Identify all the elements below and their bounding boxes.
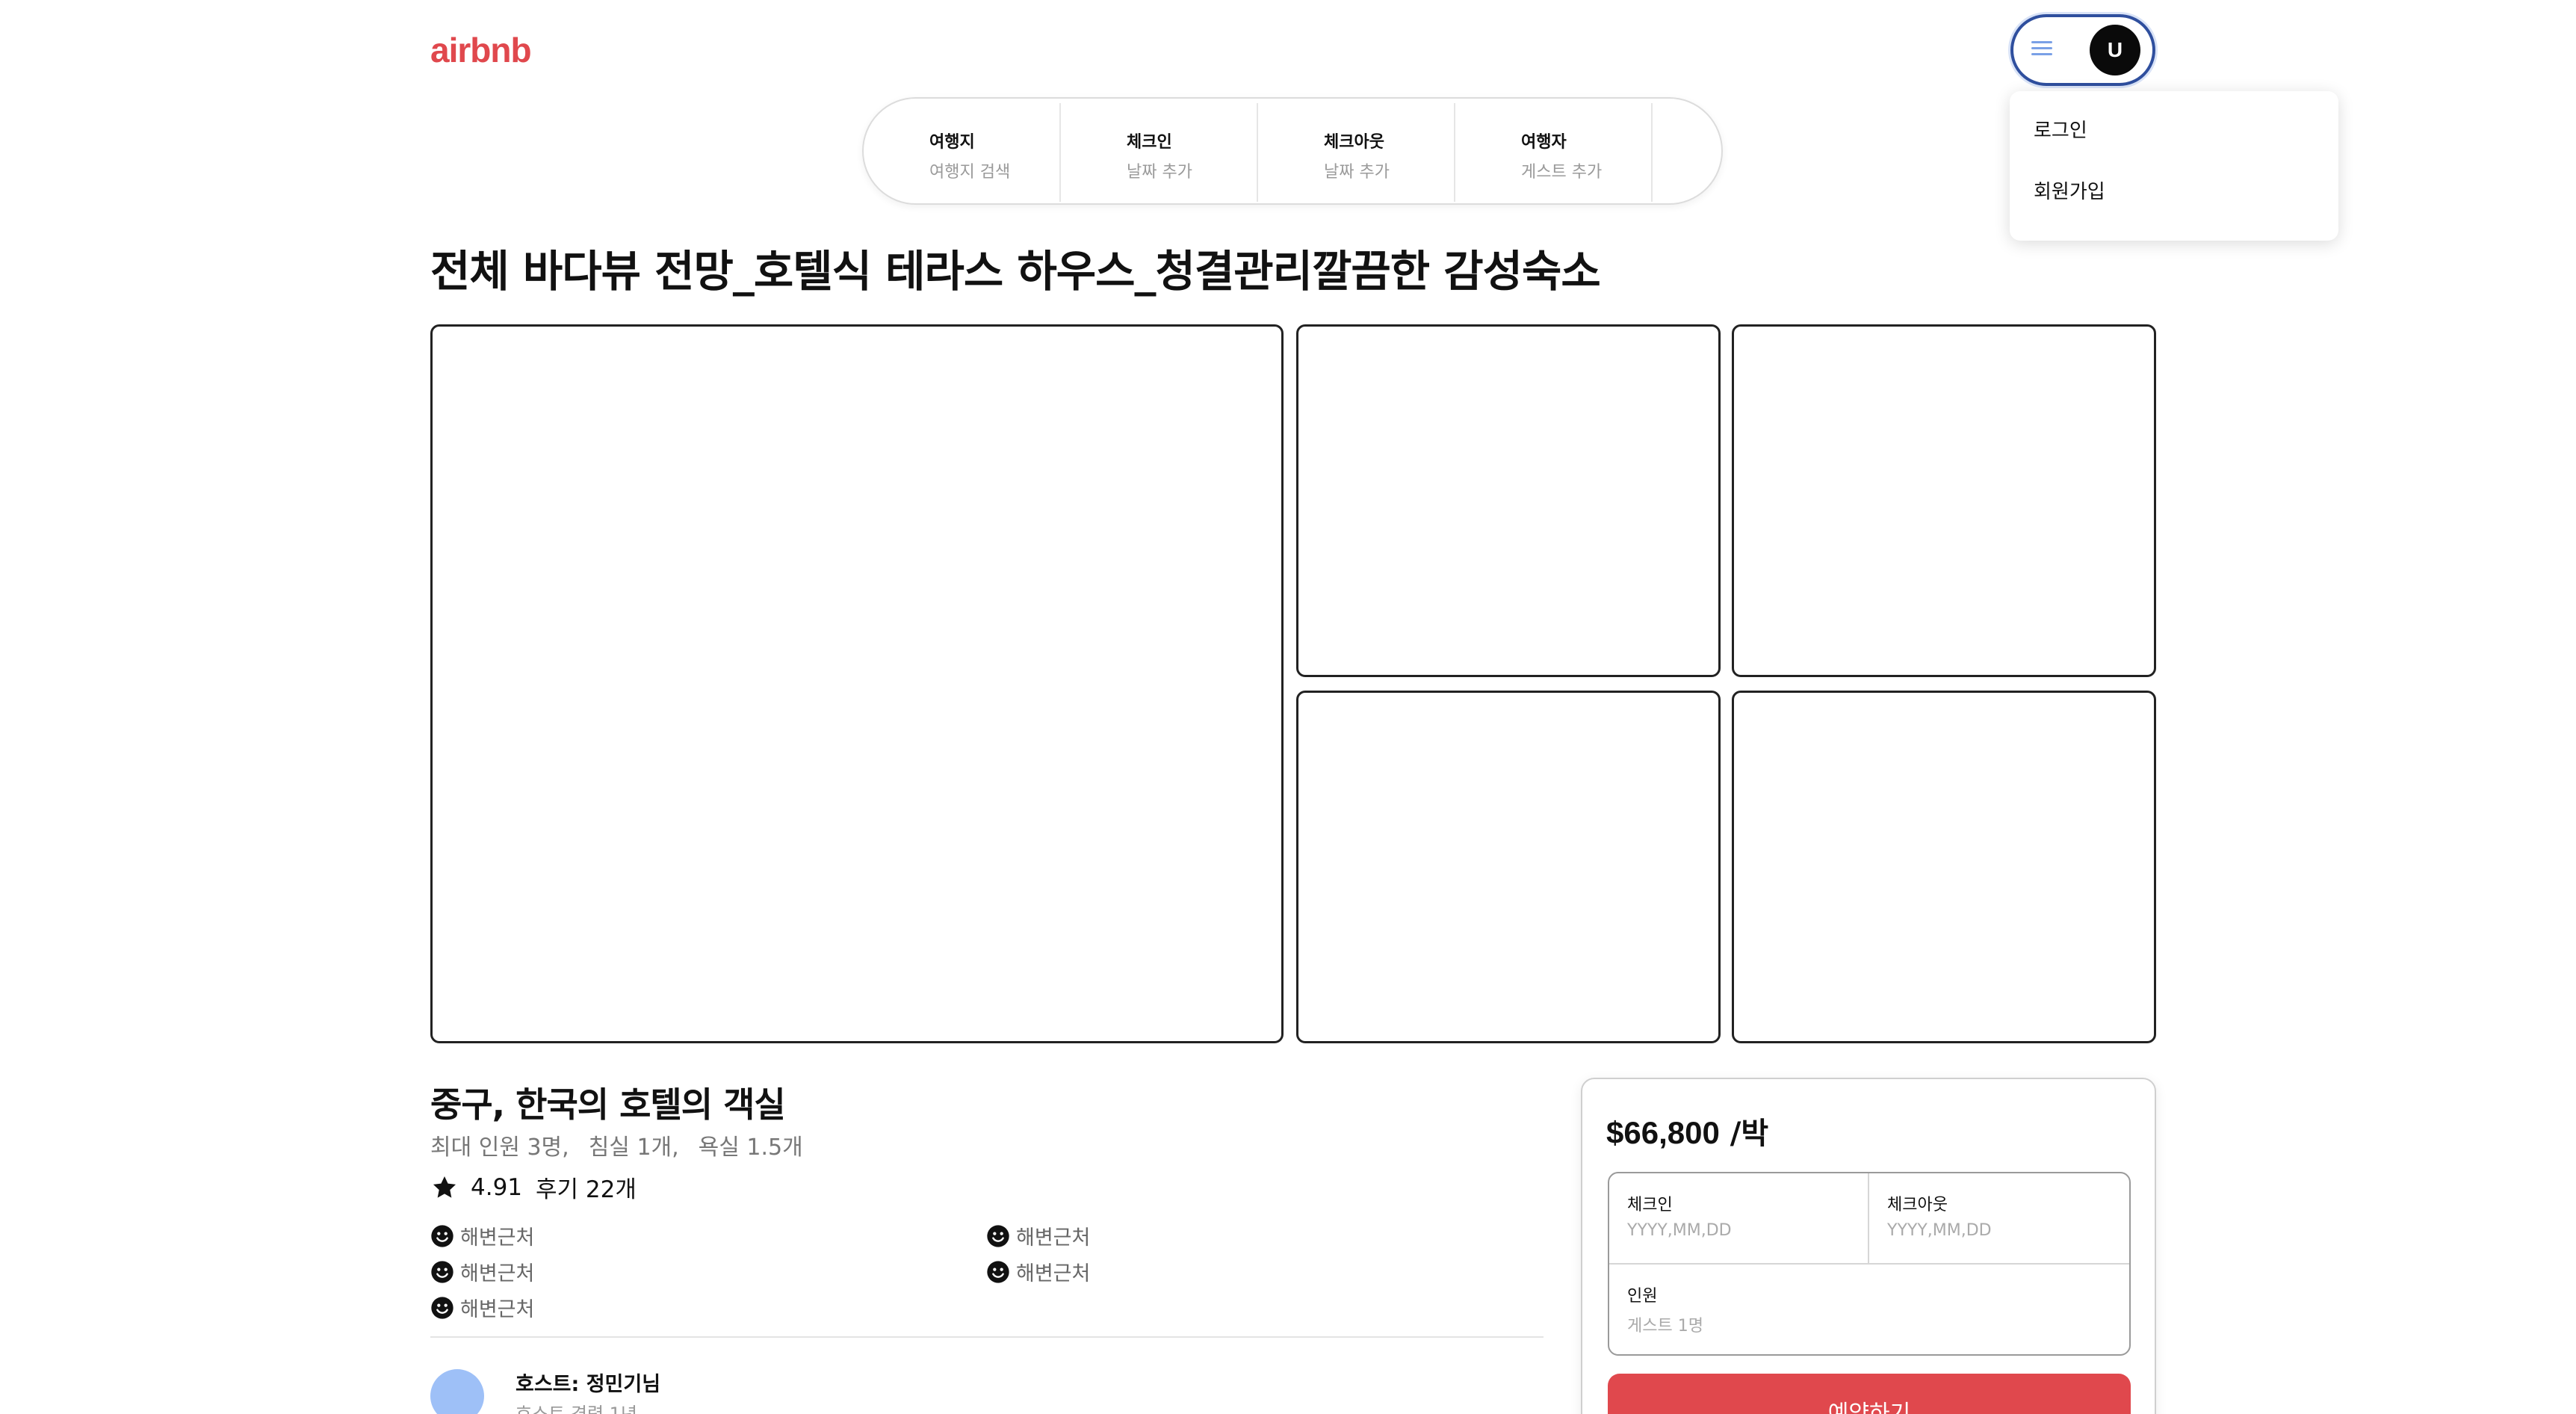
- search-guests-label: 여행자: [1521, 133, 1567, 152]
- search-bar: 여행지 여행지 검색 체크인 날짜 추가 체크아웃 날짜 추가 여행자 게스트 …: [862, 97, 1723, 205]
- host-experience: 호스트 경력 1년: [515, 1404, 638, 1414]
- spec-bedrooms: 침실 1개,: [588, 1134, 679, 1161]
- host-name: 호스트: 정민기님: [515, 1373, 661, 1396]
- price-unit: /박: [1719, 1117, 1769, 1151]
- search-destination[interactable]: 여행지 여행지 검색: [864, 103, 1061, 202]
- amenity-item: 해변근처: [430, 1221, 534, 1250]
- amenity-label: 해변근처: [1016, 1226, 1091, 1250]
- amenity-item: 해변근처: [986, 1221, 1090, 1250]
- amenity-item: 해변근처: [430, 1257, 534, 1286]
- search-guests[interactable]: 여행자 게스트 추가: [1455, 103, 1653, 202]
- search-checkout-placeholder: 날짜 추가: [1324, 163, 1390, 182]
- amenity-item: 해변근처: [430, 1293, 534, 1322]
- spec-bathrooms: 욕실 1.5개: [698, 1134, 803, 1161]
- listing-specs: 최대 인원 3명, 침실 1개, 욕실 1.5개: [430, 1129, 823, 1161]
- booking-card: $66,800 /박 체크인 YYYY,MM,DD 체크아웃 YYYY,MM,D…: [1581, 1078, 2156, 1414]
- search-checkin[interactable]: 체크인 날짜 추가: [1061, 103, 1258, 202]
- section-divider: [430, 1336, 1544, 1338]
- airbnb-logo[interactable]: airbnb: [430, 30, 532, 70]
- amenity-label: 해변근처: [1016, 1262, 1091, 1285]
- smiley-icon: [431, 1260, 453, 1283]
- hamburger-menu-icon: [2031, 40, 2052, 58]
- listing-title: 전체 바다뷰 전망_호텔식 테라스 하우스_청결관리깔끔한 감성숙소: [430, 246, 1601, 297]
- smiley-icon: [431, 1224, 453, 1247]
- rating-row: 4.91 후기 22개: [430, 1170, 637, 1204]
- checkin-label: 체크인: [1627, 1196, 1673, 1214]
- search-destination-placeholder: 여행지 검색: [929, 163, 1011, 182]
- search-checkout[interactable]: 체크아웃 날짜 추가: [1258, 103, 1455, 202]
- checkout-field[interactable]: 체크아웃 YYYY,MM,DD: [1869, 1173, 2129, 1265]
- photo-2[interactable]: [1296, 324, 1721, 677]
- search-guests-placeholder: 게스트 추가: [1521, 163, 1603, 182]
- listing-page: airbnb U 로그인 회원가입 여행지 여행지 검색 체크인 날짜 추가 체…: [0, 0, 2576, 1414]
- booking-form: 체크인 YYYY,MM,DD 체크아웃 YYYY,MM,DD 인원 게스트 1명: [1608, 1172, 2131, 1356]
- guests-label: 인원: [1627, 1287, 1658, 1306]
- amenity-item: 해변근처: [986, 1257, 1090, 1286]
- user-avatar: U: [2090, 25, 2140, 75]
- price-amount: $66,800: [1606, 1115, 1720, 1150]
- review-count[interactable]: 후기 22개: [536, 1170, 637, 1204]
- checkin-placeholder: YYYY,MM,DD: [1627, 1221, 1732, 1240]
- guests-value: 게스트 1명: [1627, 1317, 1703, 1336]
- search-checkin-label: 체크인: [1127, 133, 1172, 152]
- reserve-button[interactable]: 예약하기: [1608, 1374, 2131, 1414]
- user-dropdown-menu: 로그인 회원가입: [2010, 91, 2338, 241]
- photo-5[interactable]: [1732, 691, 2156, 1043]
- photo-4[interactable]: [1296, 691, 1721, 1043]
- search-checkin-placeholder: 날짜 추가: [1127, 163, 1192, 182]
- checkout-placeholder: YYYY,MM,DD: [1887, 1221, 1992, 1240]
- smiley-icon: [987, 1224, 1009, 1247]
- search-destination-label: 여행지: [929, 133, 975, 152]
- amenity-label: 해변근처: [460, 1298, 535, 1321]
- star-icon: [433, 1176, 456, 1198]
- listing-subtitle: 중구, 한국의 호텔의 객실: [430, 1084, 786, 1125]
- host-avatar[interactable]: [430, 1369, 484, 1414]
- guests-field[interactable]: 인원 게스트 1명: [1609, 1265, 2129, 1354]
- amenity-label: 해변근처: [460, 1262, 535, 1285]
- smiley-icon: [987, 1260, 1009, 1283]
- spec-guests: 최대 인원 3명,: [430, 1134, 569, 1161]
- smiley-icon: [431, 1296, 453, 1319]
- user-menu-button[interactable]: U: [2010, 14, 2155, 86]
- nightly-price: $66,800 /박: [1606, 1109, 1768, 1152]
- signup-menu-item[interactable]: 회원가입: [2034, 176, 2105, 204]
- rating-value: 4.91: [471, 1173, 523, 1201]
- photo-3[interactable]: [1732, 324, 2156, 677]
- checkout-label: 체크아웃: [1887, 1196, 1948, 1214]
- main-photo[interactable]: [430, 324, 1284, 1043]
- checkin-field[interactable]: 체크인 YYYY,MM,DD: [1609, 1173, 1869, 1265]
- login-menu-item[interactable]: 로그인: [2034, 115, 2087, 143]
- amenity-label: 해변근처: [460, 1226, 535, 1250]
- search-checkout-label: 체크아웃: [1324, 133, 1384, 152]
